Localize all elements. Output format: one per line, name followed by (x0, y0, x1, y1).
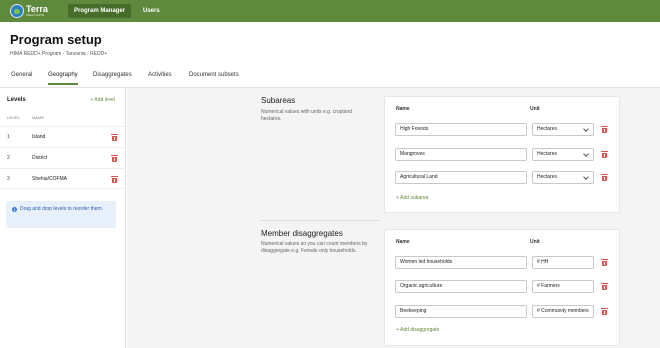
trash-icon[interactable] (111, 155, 118, 162)
chevron-down-icon (583, 126, 589, 132)
column-header-name: Name (396, 106, 410, 112)
info-text: Drag and drop levels to reorder them. (20, 206, 104, 212)
info-box: i Drag and drop levels to reorder them. (6, 201, 116, 228)
disaggregate-name-input[interactable]: Organic agriculture (395, 280, 527, 293)
trash-icon[interactable] (601, 174, 608, 181)
column-header-name: NAME (32, 115, 45, 120)
trash-icon[interactable] (601, 308, 608, 315)
member-disaggregates-description: Numerical values so you can count member… (261, 241, 368, 254)
level-number: 1 (7, 134, 10, 140)
add-subarea-button[interactable]: + Add subarea (396, 195, 428, 201)
add-disaggregate-button[interactable]: + Add disaggregate (396, 327, 439, 333)
disaggregate-unit-input[interactable]: # HH (532, 256, 594, 269)
tab-activities[interactable]: Activities (148, 71, 172, 85)
add-level-button[interactable]: + Add level (90, 97, 115, 103)
globe-icon (10, 4, 24, 18)
selected-unit: Hectares (537, 151, 558, 157)
disaggregate-unit-input[interactable]: # Community members (532, 305, 594, 318)
selected-unit: Hectares (537, 174, 558, 180)
tab-disaggregates[interactable]: Disaggregates (93, 71, 132, 85)
top-navigation-bar: Terra FIELD SUITE Program Manager Users (0, 0, 660, 22)
trash-icon[interactable] (601, 283, 608, 290)
tab-bar: General Geography Disaggregates Activiti… (0, 68, 660, 88)
nav-program-manager[interactable]: Program Manager (68, 4, 132, 18)
page-title: Program setup (10, 32, 102, 47)
subareas-title: Subareas (261, 96, 296, 105)
column-header-level: LEVEL (7, 115, 21, 120)
subarea-unit-select[interactable]: Hectares (532, 148, 594, 161)
trash-icon[interactable] (601, 259, 608, 266)
tab-document-subsets[interactable]: Document subsets (189, 71, 239, 85)
subarea-unit-select[interactable]: Hectares (532, 123, 594, 136)
level-number: 2 (7, 155, 10, 161)
level-row[interactable]: 3 Shehia/COFMA (0, 168, 126, 189)
chevron-down-icon (583, 151, 589, 157)
trash-icon[interactable] (601, 126, 608, 133)
levels-sidebar: Levels + Add level LEVEL NAME 1 Island 2… (0, 88, 126, 348)
info-icon: i (12, 207, 17, 212)
breadcrumb: HIMA REDD+ Program - Tanzania - REDD+ (10, 51, 108, 57)
tab-geography[interactable]: Geography (48, 71, 78, 85)
subarea-name-input[interactable]: High Forests (395, 123, 527, 136)
level-number: 3 (7, 176, 10, 182)
member-disaggregates-card: Name Unit Women led households # HH Orga… (384, 229, 620, 346)
trash-icon[interactable] (111, 134, 118, 141)
chevron-down-icon (583, 174, 589, 180)
trash-icon[interactable] (111, 176, 118, 183)
subarea-name-input[interactable]: Mangroves (395, 148, 527, 161)
terra-logo[interactable]: Terra FIELD SUITE (10, 4, 54, 18)
level-name: Island (32, 134, 46, 140)
column-header-name: Name (396, 239, 410, 245)
subarea-name-input[interactable]: Agricultural Land (395, 171, 527, 184)
level-name: Shehia/COFMA (32, 176, 68, 182)
subarea-unit-select[interactable]: Hectares (532, 171, 594, 184)
level-name: District (32, 155, 48, 161)
level-row[interactable]: 2 District (0, 147, 126, 168)
column-header-unit: Unit (530, 239, 540, 245)
subareas-card: Name Unit High Forests Hectares Mangrove… (384, 96, 620, 213)
trash-icon[interactable] (601, 151, 608, 158)
level-row[interactable]: 1 Island (0, 126, 126, 147)
levels-title: Levels (7, 97, 26, 103)
member-disaggregates-title: Member disaggregates (261, 229, 343, 238)
nav-users[interactable]: Users (137, 4, 166, 18)
section-divider (260, 220, 380, 221)
disaggregate-name-input[interactable]: Beekeeping (395, 305, 527, 318)
tab-general[interactable]: General (11, 71, 32, 85)
subareas-description: Numerical values with units e.g. croplan… (261, 109, 352, 122)
column-header-unit: Unit (530, 106, 540, 112)
disaggregate-name-input[interactable]: Women led households (395, 256, 527, 269)
disaggregate-unit-input[interactable]: # Farmers (532, 280, 594, 293)
selected-unit: Hectares (537, 126, 558, 132)
